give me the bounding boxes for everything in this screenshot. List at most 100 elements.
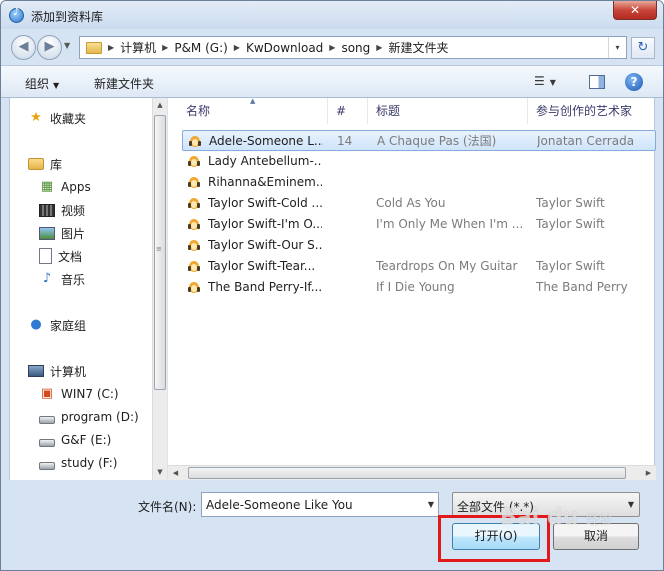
title-bar: 添加到资料库 ✕ — [1, 1, 663, 29]
pictures-icon — [39, 226, 55, 240]
nav-libraries[interactable]: 库 — [28, 154, 62, 174]
scroll-thumb[interactable] — [188, 467, 626, 479]
nav-drive-d[interactable]: program (D:) — [39, 407, 139, 427]
breadcrumb-new-folder[interactable]: 新建文件夹 — [388, 39, 448, 56]
scroll-up-arrow-icon[interactable]: ▲ — [153, 98, 167, 113]
arrow-left-icon: ◀ — [18, 39, 29, 54]
apps-icon: ▦ — [40, 179, 54, 194]
address-dropdown-button[interactable]: ▾ — [608, 37, 626, 58]
hard-drive-icon — [39, 438, 55, 447]
breadcrumb-computer[interactable]: 计算机 — [120, 39, 156, 56]
breadcrumb-kwdownload[interactable]: KwDownload — [246, 41, 323, 55]
file-row[interactable]: Taylor Swift-Tear... Teardrops On My Guit… — [182, 256, 656, 277]
artist-cell: Taylor Swift — [536, 259, 605, 273]
scroll-down-arrow-icon[interactable]: ▼ — [153, 465, 167, 480]
organize-label: 组织 — [25, 77, 50, 91]
chevron-right-icon[interactable]: ▶ — [329, 43, 335, 52]
chevron-right-icon[interactable]: ▶ — [162, 43, 168, 52]
cancel-button[interactable]: 取消 — [553, 523, 639, 550]
file-row[interactable]: Rihanna&Eminem... — [182, 172, 656, 193]
scroll-grip-icon: ≡ — [156, 245, 162, 253]
artist-cell: Jonatan Cerrada — [537, 134, 635, 148]
sort-ascending-icon: ▲ — [250, 97, 256, 105]
filename-value: Adele-Someone Like You — [206, 498, 353, 512]
nav-vertical-scrollbar[interactable]: ▲ ≡ ▼ — [152, 98, 167, 480]
chevron-right-icon[interactable]: ▶ — [108, 43, 114, 52]
nav-homegroup[interactable]: ● 家庭组 — [28, 315, 86, 335]
column-header-title[interactable]: 标题 — [368, 98, 528, 124]
dialog-footer: 文件名(N): Adele-Someone Like You ▼ 全部文件 (*… — [1, 480, 663, 570]
view-list-icon: ☰ — [534, 74, 545, 88]
view-options-button[interactable]: ☰ ▼ — [534, 74, 570, 91]
hard-drive-icon — [39, 415, 55, 424]
track-title-cell: Cold As You — [376, 196, 446, 210]
chevron-down-icon[interactable]: ▼ — [428, 500, 434, 509]
organize-button[interactable]: 组织 ▼ — [25, 75, 59, 92]
homegroup-icon: ● — [30, 317, 42, 332]
track-title-cell: I'm Only Me When I'm ... — [376, 217, 524, 231]
refresh-button[interactable]: ↻ — [631, 37, 655, 59]
nav-library-documents[interactable]: 文档 — [39, 246, 82, 266]
column-header-number[interactable]: # — [328, 98, 368, 124]
column-header-label: # — [336, 104, 347, 118]
chevron-right-icon[interactable]: ▶ — [234, 43, 240, 52]
address-row: ◀ ▶ ▼ ▶ 计算机 ▶ P&M (G:) ▶ KwDownload ▶ so… — [1, 29, 663, 65]
breadcrumb-song[interactable]: song — [341, 41, 370, 55]
chevron-down-icon: ▼ — [627, 500, 634, 509]
nav-drive-c[interactable]: ▣ WIN7 (C:) — [39, 384, 119, 404]
audio-file-icon — [187, 259, 201, 274]
preview-pane-button[interactable] — [589, 75, 605, 89]
artist-cell: Taylor Swift — [536, 217, 605, 231]
file-row[interactable]: Lady Antebellum-... — [182, 151, 656, 172]
nav-drive-e[interactable]: G&F (E:) — [39, 430, 111, 450]
address-bar[interactable]: ▶ 计算机 ▶ P&M (G:) ▶ KwDownload ▶ song ▶ 新… — [79, 36, 627, 59]
nav-label: 家庭组 — [50, 318, 87, 333]
nav-label: WIN7 (C:) — [61, 387, 119, 401]
audio-file-icon — [187, 217, 201, 232]
nav-library-pictures[interactable]: 图片 — [39, 223, 85, 243]
forward-button[interactable]: ▶ — [37, 35, 62, 60]
nav-drive-f[interactable]: study (F:) — [39, 453, 117, 473]
nav-favorites[interactable]: ★ 收藏夹 — [28, 108, 86, 128]
chevron-down-icon: ▼ — [549, 78, 556, 87]
itunes-icon — [9, 7, 24, 23]
breadcrumb-drive-g[interactable]: P&M (G:) — [174, 41, 227, 55]
scroll-left-arrow-icon[interactable]: ◀ — [168, 466, 183, 481]
filetype-value: 全部文件 (*.*) — [457, 500, 534, 514]
chevron-right-icon[interactable]: ▶ — [376, 43, 382, 52]
new-folder-button[interactable]: 新建文件夹 — [94, 75, 154, 92]
nav-library-music[interactable]: ♪ 音乐 — [39, 269, 85, 289]
open-button[interactable]: 打开(O) — [452, 523, 540, 550]
close-button[interactable]: ✕ — [613, 1, 657, 20]
file-row[interactable]: Adele-Someone L... 14 A Chaque Pas (法国) Jon… — [182, 130, 656, 151]
windows-drive-icon: ▣ — [40, 386, 54, 401]
nav-label: 视频 — [61, 203, 86, 218]
file-name-cell: Adele-Someone L... — [209, 134, 323, 148]
audio-file-icon — [187, 238, 201, 253]
file-list-horizontal-scrollbar[interactable]: ◀ ▶ — [168, 465, 656, 480]
nav-label: 音乐 — [61, 272, 86, 287]
help-button[interactable]: ? — [625, 73, 643, 91]
refresh-icon: ↻ — [637, 40, 649, 55]
file-name-cell: The Band Perry-If... — [208, 280, 322, 294]
recent-locations-dropdown[interactable]: ▼ — [64, 41, 70, 50]
filetype-select[interactable]: 全部文件 (*.*) ▼ — [452, 492, 640, 517]
nav-computer[interactable]: 计算机 — [28, 361, 86, 381]
nav-label: Apps — [61, 180, 91, 194]
file-row[interactable]: Taylor Swift-Our S... — [182, 235, 656, 256]
file-row[interactable]: The Band Perry-If... If I Die Young The Ba… — [182, 277, 656, 298]
nav-label: program (D:) — [61, 410, 139, 424]
star-icon: ★ — [30, 110, 42, 125]
track-title-cell: Teardrops On My Guitar — [376, 259, 518, 273]
column-header-artist[interactable]: 参与创作的艺术家 — [528, 98, 656, 124]
nav-library-video[interactable]: 视频 — [39, 200, 85, 220]
chevron-down-icon: ▼ — [53, 81, 60, 90]
file-row[interactable]: Taylor Swift-Cold ... Cold As You Taylor S… — [182, 193, 656, 214]
scroll-right-arrow-icon[interactable]: ▶ — [641, 466, 656, 481]
file-row[interactable]: Taylor Swift-I'm O... I'm Only Me When I'… — [182, 214, 656, 235]
filename-input[interactable]: Adele-Someone Like You ▼ — [201, 492, 439, 517]
track-title-cell: If I Die Young — [376, 280, 455, 294]
nav-library-apps[interactable]: ▦ Apps — [39, 177, 91, 197]
document-icon — [39, 248, 52, 264]
back-button[interactable]: ◀ — [11, 35, 36, 60]
